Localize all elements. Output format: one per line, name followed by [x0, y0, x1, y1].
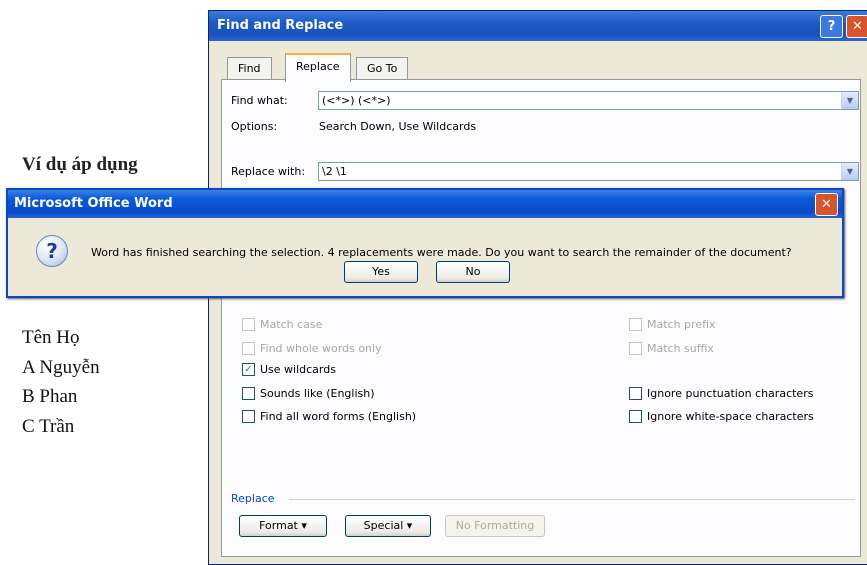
format-button[interactable]: Format ▾ [239, 515, 327, 537]
replace-with-value: \2 \1 [322, 165, 347, 178]
replace-with-label: Replace with: [231, 165, 306, 178]
checkbox-box [242, 342, 255, 355]
no-button[interactable]: No [436, 261, 510, 283]
chevron-down-icon[interactable]: ▼ [841, 92, 858, 109]
replace-section-label: Replace [231, 492, 275, 505]
ignore-punctuation-checkbox[interactable]: Ignore punctuation characters [629, 387, 813, 400]
tab-replace[interactable]: Replace [285, 53, 351, 82]
checkbox-box [242, 318, 255, 331]
ignore-whitespace-checkbox[interactable]: Ignore white-space characters [629, 410, 814, 423]
yes-button[interactable]: Yes [344, 261, 418, 283]
word-message-box: Microsoft Office Word ✕ ? Word has finis… [6, 188, 844, 298]
message-box-title-bar[interactable]: Microsoft Office Word [8, 190, 842, 218]
document-line-2: A Nguyễn [22, 357, 100, 378]
chevron-down-icon[interactable]: ▼ [841, 163, 858, 180]
document-line-3: B Phan [22, 386, 78, 407]
document-line-1: Tên Họ [22, 327, 80, 348]
message-text: Word has finished searching the selectio… [91, 246, 792, 259]
checkmark-icon: ✓ [242, 363, 255, 376]
find-what-input[interactable]: (<*>) (<*>) ▼ [318, 91, 859, 110]
find-whole-words-checkbox[interactable]: Find whole words only [242, 342, 382, 355]
checkbox-box [629, 387, 642, 400]
sounds-like-checkbox[interactable]: Sounds like (English) [242, 387, 375, 400]
checkbox-box [629, 342, 642, 355]
match-suffix-checkbox[interactable]: Match suffix [629, 342, 714, 355]
find-all-word-forms-checkbox[interactable]: Find all word forms (English) [242, 410, 416, 423]
find-replace-title-bar[interactable]: Find and Replace [209, 11, 867, 41]
question-icon: ? [36, 235, 68, 267]
help-icon[interactable]: ? [820, 15, 843, 38]
match-prefix-checkbox[interactable]: Match prefix [629, 318, 716, 331]
document-line-4: C Trần [22, 416, 75, 437]
special-button[interactable]: Special ▾ [345, 515, 431, 537]
close-icon[interactable]: ✕ [846, 15, 867, 38]
checkbox-box [629, 318, 642, 331]
checkbox-box [242, 410, 255, 423]
no-formatting-button[interactable]: No Formatting [445, 515, 545, 537]
find-replace-title: Find and Replace [217, 18, 344, 33]
replace-with-input[interactable]: \2 \1 ▼ [318, 162, 859, 181]
match-case-checkbox[interactable]: Match case [242, 318, 322, 331]
find-what-label: Find what: [231, 94, 288, 107]
find-what-value: (<*>) (<*>) [322, 94, 391, 107]
options-label: Options: [231, 120, 278, 133]
tab-find[interactable]: Find [227, 57, 272, 80]
use-wildcards-checkbox[interactable]: ✓ Use wildcards [242, 363, 336, 376]
message-box-title: Microsoft Office Word [14, 196, 173, 211]
replace-section-divider [289, 499, 855, 500]
checkbox-box [629, 410, 642, 423]
tab-go-to[interactable]: Go To [356, 57, 409, 80]
options-value: Search Down, Use Wildcards [319, 120, 477, 133]
close-icon[interactable]: ✕ [815, 193, 838, 216]
checkbox-box [242, 387, 255, 400]
document-heading-partial: Ví dụ áp dụng [22, 154, 138, 175]
